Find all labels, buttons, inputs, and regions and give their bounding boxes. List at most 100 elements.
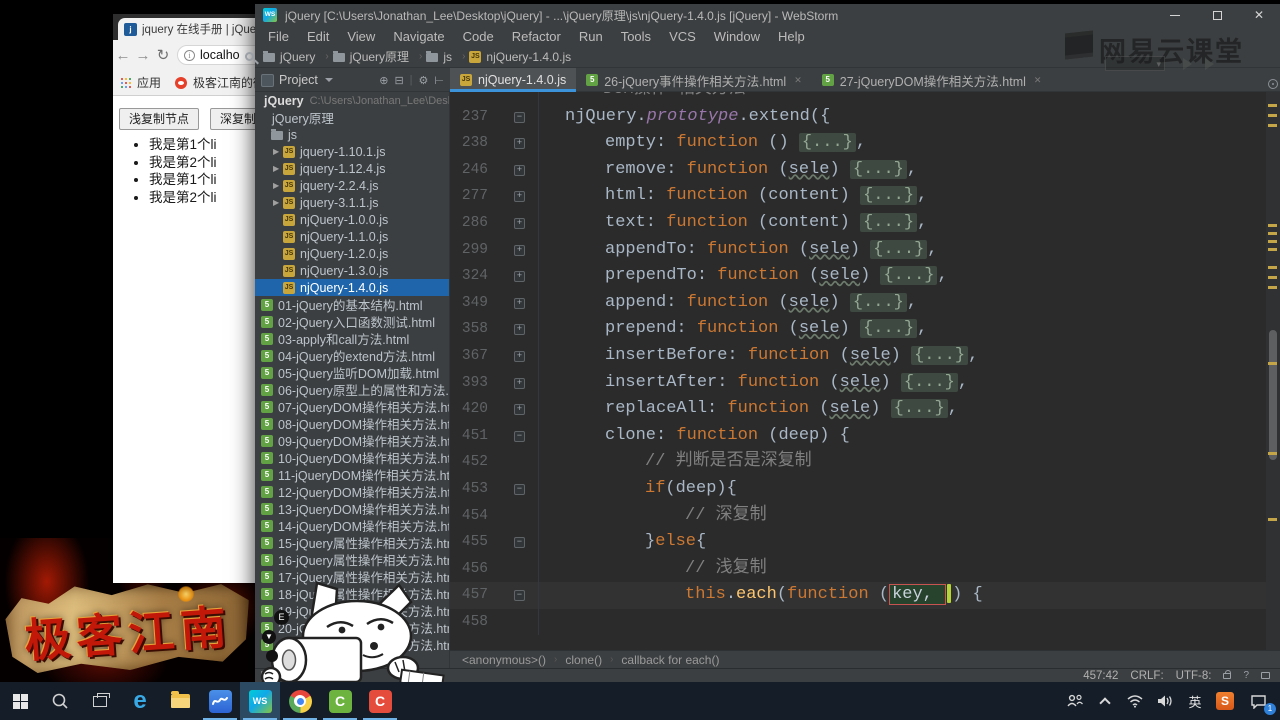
fold-toggle-icon[interactable]: + (514, 297, 525, 309)
readonly-lock-icon[interactable] (1223, 669, 1232, 679)
taskbar-search-icon[interactable] (40, 682, 80, 720)
fold-toggle-icon[interactable]: + (514, 244, 525, 256)
fold-toggle-icon[interactable]: − (514, 537, 525, 549)
tree-item[interactable]: 5 13-jQueryDOM操作相关方法.html (255, 500, 449, 517)
code-line[interactable]: 455−}else{ (450, 529, 1266, 556)
warning-stripe-mark[interactable] (1268, 276, 1277, 279)
code-line[interactable]: 451− clone: function (deep) { (450, 422, 1266, 450)
code-line[interactable]: 324 + prependTo: function (sele) {...}, (450, 263, 1266, 290)
expand-arrow-icon[interactable]: ▶ (273, 181, 283, 190)
menu-code[interactable]: Code (454, 29, 503, 44)
code-line[interactable]: 299 + appendTo: function (sele) {...}, (450, 236, 1266, 264)
fold-toggle-icon[interactable]: + (514, 191, 525, 203)
tree-item[interactable]: 5 08-jQueryDOM操作相关方法.html (255, 415, 449, 432)
code-line[interactable]: 349 + append: function (sele) {...}, (450, 289, 1266, 317)
warning-stripe-mark[interactable] (1268, 452, 1277, 455)
tree-item[interactable]: 5 07-jQueryDOM操作相关方法.html (255, 398, 449, 415)
fold-toggle-icon[interactable]: − (514, 590, 525, 602)
weibo-icon[interactable] (175, 76, 188, 89)
warning-stripe-mark[interactable] (1268, 104, 1277, 107)
tree-item[interactable]: ▶ JS jquery-1.12.4.js (255, 160, 449, 177)
warning-stripe-mark[interactable] (1268, 240, 1277, 243)
menu-help[interactable]: Help (769, 29, 814, 44)
warning-stripe-mark[interactable] (1268, 248, 1277, 251)
event-log-icon[interactable] (1261, 672, 1270, 679)
code-line[interactable]: 457− this.each(function (key, ) { (450, 582, 1266, 609)
warning-stripe-mark[interactable] (1268, 518, 1277, 521)
line-ending[interactable]: CRLF: (1130, 670, 1163, 682)
code-line[interactable]: 286 + text: function (content) {...}, (450, 209, 1266, 237)
volume-icon[interactable] (1150, 682, 1180, 720)
close-tab-icon[interactable]: ✕ (1034, 75, 1042, 86)
fold-toggle-icon[interactable]: + (514, 138, 525, 150)
context-breadcrumb[interactable]: clone() (565, 653, 602, 667)
tree-item[interactable]: 5 09-jQueryDOM操作相关方法.html (255, 432, 449, 449)
camtasia-icon[interactable]: C (320, 682, 360, 720)
tree-item[interactable]: 5 10-jQueryDOM操作相关方法.html (255, 449, 449, 466)
menu-navigate[interactable]: Navigate (384, 29, 453, 44)
fold-toggle-icon[interactable]: + (514, 324, 525, 336)
code-line[interactable]: 246 + remove: function (sele) {...}, (450, 156, 1266, 184)
menu-run[interactable]: Run (570, 29, 612, 44)
ime-indicator[interactable]: 英 (1180, 682, 1210, 720)
tree-item[interactable]: ▶ JS jquery-2.2.4.js (255, 177, 449, 194)
tree-item[interactable]: ▶ JS jquery-1.10.1.js (255, 143, 449, 160)
warning-stripe-mark[interactable] (1268, 114, 1277, 117)
site-info-icon[interactable]: i (184, 49, 195, 61)
context-breadcrumb[interactable]: callback for each() (621, 653, 719, 667)
breadcrumb[interactable]: js (426, 50, 452, 64)
fold-toggle-icon[interactable]: + (514, 271, 525, 283)
code-line[interactable]: 454// 深复制 (450, 502, 1266, 530)
code-line[interactable]: 420 + replaceAll: function (sele) {...}, (450, 396, 1266, 423)
tree-item[interactable]: jQueryC:\Users\Jonathan_Lee\Desktop\jQue… (255, 92, 449, 109)
project-tool-header[interactable]: Project ⊕ ⊟ | ⚙ ⊢ (255, 68, 450, 92)
breadcrumb[interactable]: jQuery (263, 50, 315, 64)
sogou-icon[interactable]: S (1210, 682, 1240, 720)
warning-stripe-mark[interactable] (1268, 124, 1277, 127)
tree-item[interactable]: 5 04-jQuery的extend方法.html (255, 347, 449, 364)
fold-toggle-icon[interactable]: + (514, 377, 525, 389)
reload-icon[interactable]: ↻ (153, 46, 173, 64)
tree-item[interactable]: JS njQuery-1.0.0.js (255, 211, 449, 228)
tree-item[interactable]: 5 16-jQuery属性操作相关方法.html (255, 551, 449, 568)
fold-toggle-icon[interactable]: − (514, 111, 525, 123)
inspections-eye-icon[interactable] (1268, 79, 1278, 89)
chrome-taskbar-icon[interactable] (280, 682, 320, 720)
fold-toggle-icon[interactable]: − (514, 430, 525, 442)
page-button[interactable]: 浅复制节点 (119, 108, 200, 130)
maximize-button[interactable] (1196, 4, 1238, 26)
start-button[interactable] (0, 682, 40, 720)
menu-refactor[interactable]: Refactor (503, 29, 570, 44)
tree-item[interactable]: jQuery原理 (255, 109, 449, 126)
people-tray-icon[interactable] (1060, 682, 1090, 720)
tree-item[interactable]: 5 12-jQueryDOM操作相关方法.html (255, 483, 449, 500)
ide-titlebar[interactable]: WS jQuery [C:\Users\Jonathan_Lee\Desktop… (255, 4, 1280, 26)
expand-arrow-icon[interactable]: ▶ (273, 198, 283, 207)
menu-edit[interactable]: Edit (298, 29, 338, 44)
context-breadcrumb[interactable]: <anonymous>() (462, 653, 546, 667)
fold-toggle-icon[interactable]: − (514, 483, 525, 495)
close-tab-icon[interactable]: ✕ (794, 75, 802, 86)
webstorm-taskbar-icon[interactable]: WS (240, 682, 280, 720)
tree-item[interactable]: 506-jQuery原型上的属性和方法.html (255, 381, 449, 398)
tree-item[interactable]: 5 03-apply和call方法.html (255, 330, 449, 347)
warning-stripe-mark[interactable] (1268, 266, 1277, 269)
menu-view[interactable]: View (338, 29, 384, 44)
action-center-icon[interactable]: 1 (1240, 682, 1276, 720)
editor-tab[interactable]: 5 26-jQuery事件操作相关方法.html ✕ (576, 68, 812, 92)
tree-item[interactable]: js (255, 126, 449, 143)
search-everywhere-icon[interactable] (245, 52, 254, 61)
tree-item[interactable]: 5 01-jQuery的基本结构.html (255, 296, 449, 313)
close-button[interactable]: ✕ (1238, 4, 1280, 26)
chevron-down-icon[interactable] (324, 78, 333, 82)
hector-icon[interactable]: ? (1243, 670, 1249, 681)
expand-arrow-icon[interactable]: ▶ (273, 147, 283, 156)
hide-panel-icon[interactable]: ⊢ (434, 74, 444, 87)
minimize-button[interactable] (1154, 4, 1196, 26)
task-view-icon[interactable] (80, 682, 120, 720)
fold-toggle-icon[interactable]: + (514, 164, 525, 176)
caret-position[interactable]: 457:42 (1083, 670, 1118, 682)
code-line[interactable]: 238 + empty: function () {...}, (450, 130, 1266, 157)
tree-item[interactable]: JS njQuery-1.2.0.js (255, 245, 449, 262)
tree-item[interactable]: 5 02-jQuery入口函数测试.html (255, 313, 449, 330)
